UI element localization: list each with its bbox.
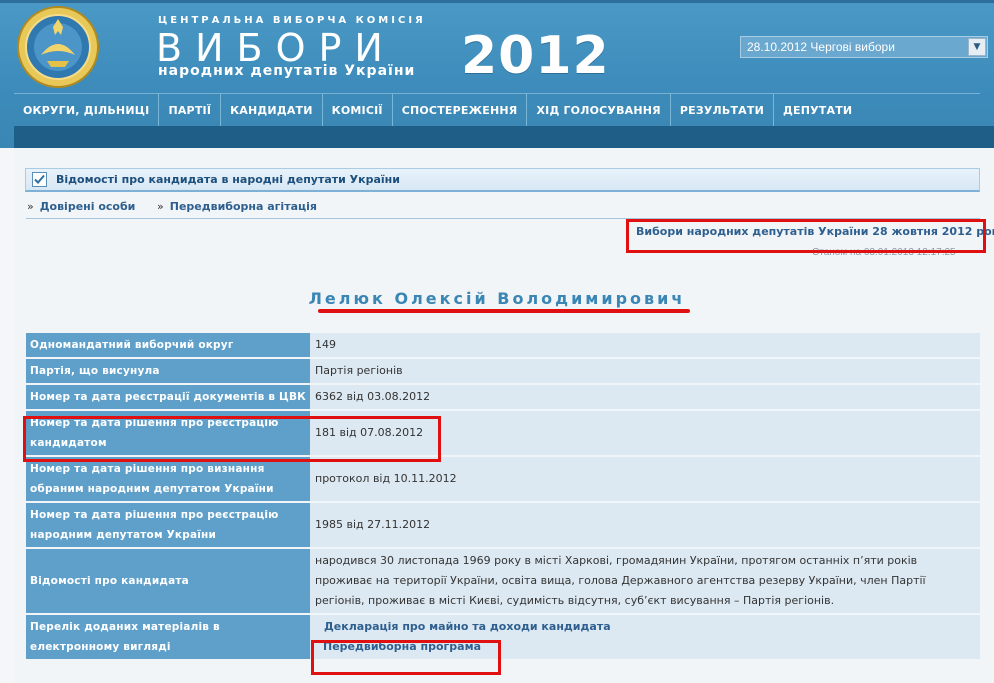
election-select-value: 28.10.2012 Чергові вибори <box>747 40 895 54</box>
sublink-peredvyborna-ahitatsiia[interactable]: » Передвиборна агітація <box>157 200 317 213</box>
section-title: Відомості про кандидата в народні депута… <box>56 173 400 186</box>
row-key: Перелік доданих матеріалів в електронном… <box>26 615 310 659</box>
table-row: Партія, що висунула Партія регіонів <box>26 359 980 383</box>
row-key: Номер та дата рішення про визнання обран… <box>26 457 310 501</box>
nav-item-partii[interactable]: ПАРТІЇ <box>158 94 220 127</box>
table-row: Номер та дата рішення про реєстрацію нар… <box>26 503 980 547</box>
row-value: протокол від 10.11.2012 <box>310 457 980 501</box>
sublink-dovireni-osoby[interactable]: » Довірені особи <box>27 200 135 213</box>
section-title-bar: Відомості про кандидата в народні депута… <box>25 168 980 192</box>
election-select[interactable]: 28.10.2012 Чергові вибори ▼ <box>740 36 988 58</box>
table-row: Номер та дата рішення про визнання обран… <box>26 457 980 501</box>
row-value: 1985 від 27.11.2012 <box>310 503 980 547</box>
header-dark-band <box>14 126 994 148</box>
main-nav: ОКРУГИ, ДІЛЬНИЦІ ПАРТІЇ КАНДИДАТИ КОМІСІ… <box>14 93 980 127</box>
nav-item-okruhy[interactable]: ОКРУГИ, ДІЛЬНИЦІ <box>14 94 158 127</box>
sub-navigation: » Довірені особи » Передвиборна агітація <box>26 199 980 219</box>
chevron-down-icon[interactable]: ▼ <box>968 38 986 56</box>
row-value: 181 від 07.08.2012 <box>310 411 980 455</box>
row-value: народився 30 листопада 1969 року в місті… <box>310 549 980 613</box>
nav-item-kandydaty[interactable]: КАНДИДАТИ <box>220 94 322 127</box>
nav-item-khid-holosuvannia[interactable]: ХІД ГОЛОСУВАННЯ <box>526 94 669 127</box>
table-row: Номер та дата рішення про реєстрацію кан… <box>26 411 980 455</box>
double-arrow-icon: » <box>157 200 164 213</box>
nav-item-deputaty[interactable]: ДЕПУТАТИ <box>772 94 861 127</box>
candidate-name: Лелюк Олексій Володимирович <box>308 289 686 308</box>
table-row: Відомості про кандидата народився 30 лис… <box>26 549 980 613</box>
election-link[interactable]: Вибори народних депутатів України 28 жов… <box>636 225 994 238</box>
site-subtitle: народних депутатів України <box>158 63 416 79</box>
row-value: 6362 від 03.08.2012 <box>310 385 980 409</box>
declaration-link[interactable]: Декларація про майно та доходи кандидата <box>324 617 976 637</box>
table-row: Номер та дата реєстрації документів в ЦВ… <box>26 385 980 409</box>
row-key: Відомості про кандидата <box>26 549 310 613</box>
election-program-link[interactable]: Передвиборна програма <box>323 637 976 657</box>
row-key: Номер та дата реєстрації документів в ЦВ… <box>26 385 310 409</box>
row-key: Партія, що висунула <box>26 359 310 383</box>
row-value: Партія регіонів <box>310 359 980 383</box>
nav-item-komisii[interactable]: КОМІСІЇ <box>321 94 392 127</box>
table-row: Перелік доданих матеріалів в електронном… <box>26 615 980 659</box>
row-key: Одномандатний виборчий округ <box>26 333 310 357</box>
row-key: Номер та дата рішення про реєстрацію кан… <box>26 411 310 455</box>
nav-item-sposterezhennia[interactable]: СПОСТЕРЕЖЕННЯ <box>391 94 527 127</box>
table-row: Одномандатний виборчий округ 149 <box>26 333 980 357</box>
double-arrow-icon: » <box>27 200 34 213</box>
row-value: 149 <box>310 333 980 357</box>
cvk-title: ЦЕНТРАЛЬНА ВИБОРЧА КОМІСІЯ <box>158 15 426 26</box>
cvk-emblem-logo[interactable] <box>17 5 99 89</box>
highlight-underline <box>318 309 690 313</box>
status-timestamp: Станом на 03.01.2013 12:17:25 <box>812 247 956 258</box>
election-year: 2012 <box>461 26 610 86</box>
checkbox-icon <box>32 172 47 187</box>
nav-item-rezultaty[interactable]: РЕЗУЛЬТАТИ <box>669 94 773 127</box>
header-top-line <box>0 0 994 3</box>
sublink-label: Довірені особи <box>39 200 136 213</box>
candidate-info-table: Одномандатний виборчий округ 149 Партія,… <box>26 331 980 661</box>
row-key: Номер та дата рішення про реєстрацію нар… <box>26 503 310 547</box>
sublink-label: Передвиборна агітація <box>169 200 317 213</box>
row-value-links: Декларація про майно та доходи кандидата… <box>310 615 980 659</box>
